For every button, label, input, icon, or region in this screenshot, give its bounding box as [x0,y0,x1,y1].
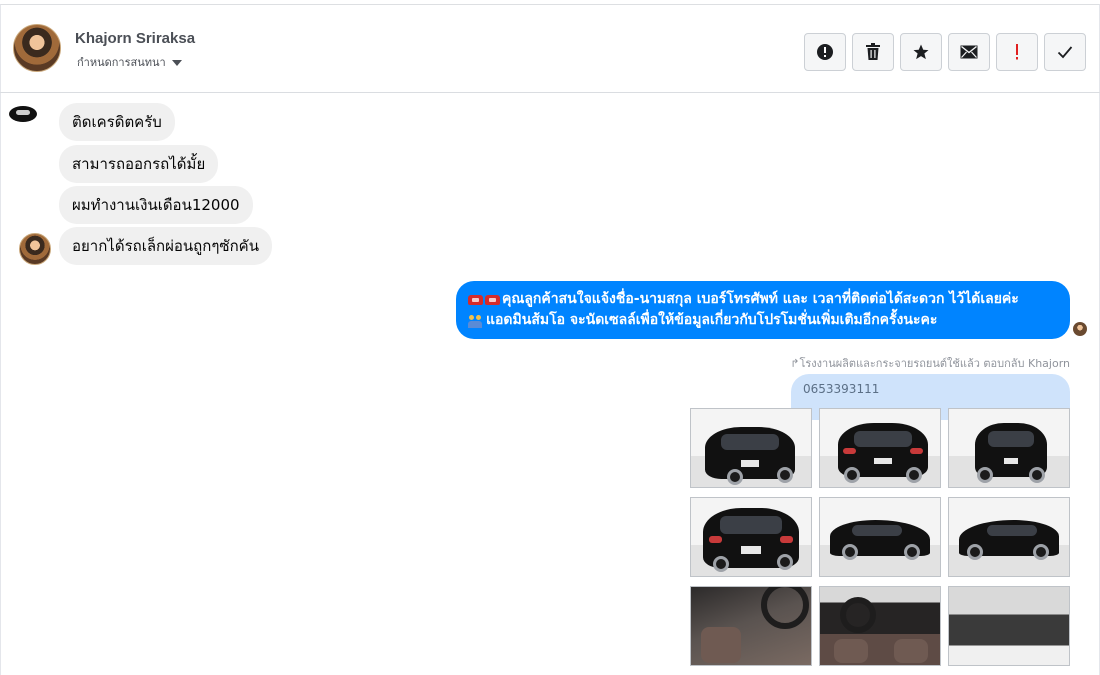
photo-car-side-left[interactable] [819,497,941,577]
people-icon [468,314,484,328]
outgoing-message-line-1: คุณลูกค้าสนใจแจ้งชื่อ-นามสกุล เบอร์โทรศั… [502,291,1019,307]
conversation-header: Khajorn Sriraksa กำหนดการสนทนา [0,4,1100,93]
contact-avatar[interactable] [13,24,61,72]
photo-car-front[interactable] [948,408,1070,488]
photo-car-engine-bay[interactable] [948,586,1070,666]
caret-down-icon [171,59,182,66]
star-icon [913,44,929,60]
photo-car-side-right[interactable] [948,497,1070,577]
photo-car-rear-left[interactable] [690,497,812,577]
photo-car-interior-gear[interactable] [690,586,812,666]
sender-avatar [19,233,51,265]
page-logo-avatar [9,106,37,122]
outgoing-message[interactable]: คุณลูกค้าสนใจแจ้งชื่อ-นามสกุล เบอร์โทรศั… [456,281,1070,339]
done-button[interactable] [1044,33,1086,71]
mark-unread-button[interactable] [948,33,990,71]
outgoing-message-line-2: แอดมินส้มโอ จะนัดเซลล์เพื่อให้ข้อมูลเกี่… [486,312,938,328]
telephone-icon [485,293,500,306]
important-button[interactable] [996,33,1038,71]
telephone-icon [468,293,483,306]
conversation-schedule-dropdown[interactable]: กำหนดการสนทนา [77,53,182,71]
envelope-icon [960,45,978,59]
action-toolbar [804,33,1086,71]
star-button[interactable] [900,33,942,71]
photo-grid [690,408,1070,670]
report-button[interactable] [804,33,846,71]
seen-indicator-avatar [1073,322,1087,336]
incoming-message[interactable]: ผมทำงานเงินเดือน12000 [59,186,253,224]
photo-car-front-left[interactable] [690,408,812,488]
photo-car-rear-right[interactable] [819,408,941,488]
delete-button[interactable] [852,33,894,71]
incoming-message[interactable]: ติดเครดิตครับ [59,103,175,141]
conversation-schedule-label: กำหนดการสนทนา [77,56,166,69]
alert-circle-icon [817,44,833,60]
exclamation-icon [1016,44,1018,60]
reply-note: ↱โรงงานผลิตและกระจายรถยนต์ใช้แล้ว ตอบกลั… [790,357,1070,370]
contact-name[interactable]: Khajorn Sriraksa [75,30,195,47]
check-icon [1057,46,1073,59]
photo-car-interior-dashboard[interactable] [819,586,941,666]
incoming-message[interactable]: อยากได้รถเล็กผ่อนถูกๆซักคัน [59,227,272,265]
trash-icon [866,43,880,60]
incoming-message[interactable]: สามารถออกรถได้มั้ย [59,145,219,183]
